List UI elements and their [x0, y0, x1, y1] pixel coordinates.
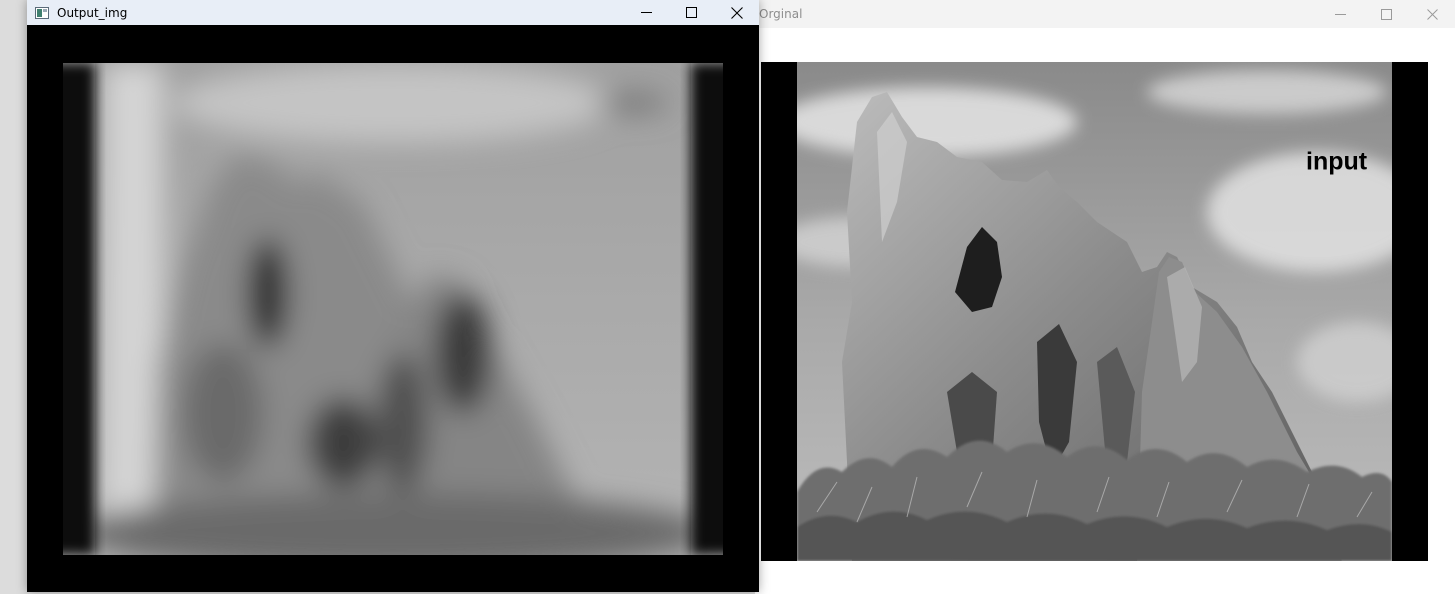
output-image-canvas	[63, 63, 723, 555]
output-window[interactable]: Output_img	[27, 0, 759, 592]
app-icon	[35, 6, 49, 19]
input-overlay-label: input	[1306, 147, 1368, 176]
original-minimize-button[interactable]	[1317, 0, 1363, 28]
close-icon	[730, 6, 743, 19]
output-maximize-button[interactable]	[669, 0, 714, 25]
original-image-canvas: input	[761, 62, 1428, 561]
blurred-output-photo	[63, 63, 723, 555]
maximize-icon	[686, 7, 697, 18]
original-close-button[interactable]	[1409, 0, 1455, 28]
output-minimize-button[interactable]	[624, 0, 669, 25]
original-window[interactable]: Orginal input	[755, 0, 1455, 594]
close-icon	[1426, 8, 1438, 20]
minimize-icon	[641, 12, 652, 13]
original-window-title: Orginal	[759, 7, 803, 21]
maximize-icon	[1380, 8, 1392, 20]
output-window-controls	[624, 0, 759, 25]
original-titlebar[interactable]: Orginal	[755, 0, 1455, 28]
original-maximize-button[interactable]	[1363, 0, 1409, 28]
output-close-button[interactable]	[714, 0, 759, 25]
minimize-icon	[1334, 13, 1346, 15]
output-window-title: Output_img	[57, 5, 128, 20]
output-titlebar[interactable]: Output_img	[27, 0, 759, 25]
original-window-controls	[1317, 0, 1455, 28]
original-rock-photo	[797, 62, 1392, 561]
